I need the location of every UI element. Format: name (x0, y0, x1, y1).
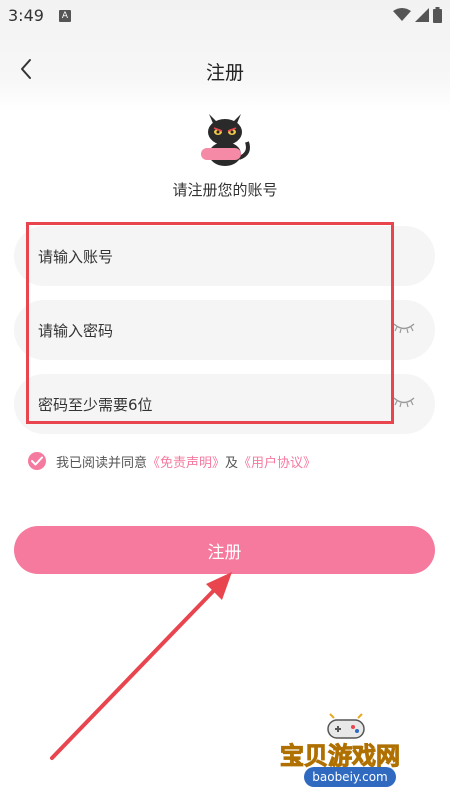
eye-closed-icon[interactable] (393, 321, 415, 335)
register-subtitle: 请注册您的账号 (172, 181, 278, 199)
status-icons (393, 7, 442, 23)
register-button[interactable]: 注册 (14, 526, 435, 574)
agreement-prefix: 我已阅读并同意 (56, 455, 148, 471)
disclaimer-link[interactable]: 《免责声明》 (147, 452, 225, 471)
check-icon (31, 456, 43, 466)
agreement-and: 及 (225, 455, 239, 471)
agreement-row: 我已阅读并同意 《免责声明》 及 《用户协议》 (28, 450, 316, 472)
battery-icon (433, 7, 442, 23)
user-agreement-link[interactable]: 《用户协议》 (238, 452, 316, 471)
cat-avatar-icon (201, 114, 250, 166)
status-time: 3:49 (8, 6, 44, 25)
wifi-icon (393, 8, 411, 21)
account-input[interactable] (36, 226, 380, 288)
account-field (14, 226, 435, 288)
password-input[interactable] (36, 300, 380, 362)
watermark-title: 宝贝游戏网 (280, 742, 401, 771)
confirm-password-input[interactable] (36, 374, 380, 436)
nav-bar: 注册 (0, 46, 450, 92)
notification-a-icon: A (59, 10, 71, 22)
confirm-password-field (14, 374, 435, 436)
status-bar: 3:49 A (0, 0, 450, 32)
agreement-checkbox[interactable] (28, 452, 46, 470)
watermark-url: baobeiy.com (304, 767, 396, 787)
page-title: 注册 (205, 62, 244, 84)
eye-closed-icon[interactable] (393, 395, 415, 409)
password-field (14, 300, 435, 362)
site-watermark: 宝贝游戏网 baobeiy.com (280, 712, 440, 800)
signal-icon (415, 8, 429, 22)
